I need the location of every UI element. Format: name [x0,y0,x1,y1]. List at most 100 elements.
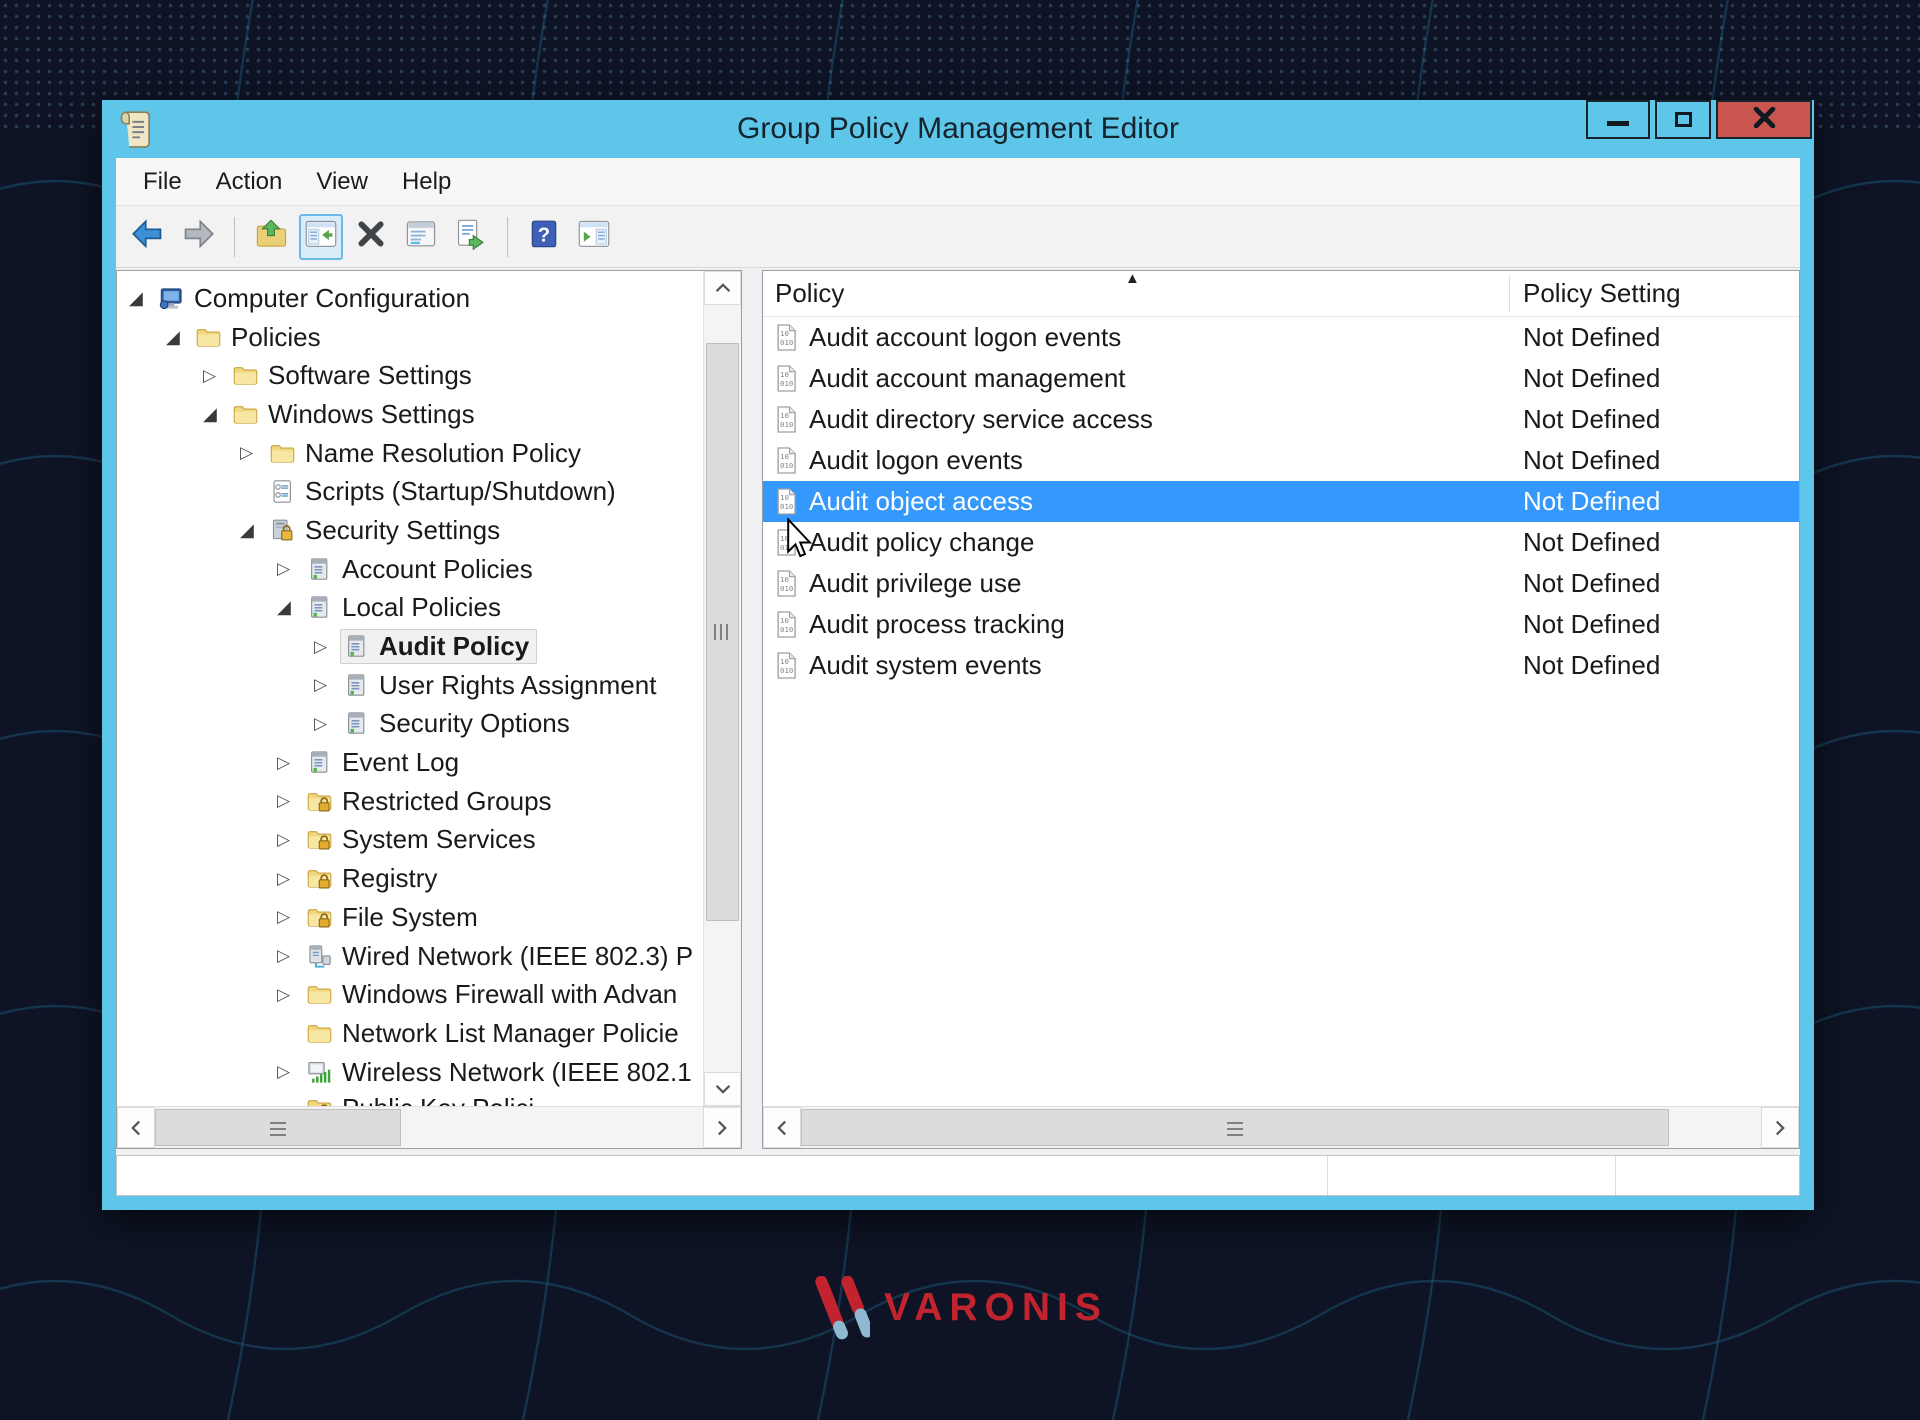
tree-item[interactable]: ▷ Wireless Network (IEEE 802.1 [117,1053,703,1092]
expand-arrow-icon[interactable]: ▷ [277,1062,303,1082]
expand-arrow-icon[interactable]: ▷ [240,443,266,463]
tree-hscroll-thumb[interactable] [155,1109,401,1146]
up-one-level-button[interactable] [249,214,293,260]
tree-item[interactable]: Scripts (Startup/Shutdown) [117,472,703,511]
tree-vscroll-track[interactable] [704,305,741,1072]
policy-list-row[interactable]: 10 010 Audit process tracking Not Defined [763,604,1799,645]
delete-button[interactable] [349,214,393,260]
collapse-arrow-icon[interactable]: ◢ [203,404,229,425]
policy-list-row[interactable]: 10 010 Audit system events Not Defined [763,645,1799,686]
maximize-button[interactable] [1655,100,1711,139]
list-horizontal-scrollbar[interactable] [763,1106,1799,1148]
menu-item-help[interactable]: Help [385,168,468,196]
maximize-icon [1674,112,1692,127]
tree-item[interactable]: ▷ User Rights Assignment [117,666,703,705]
tree-item[interactable]: ◢ Computer Configuration [117,279,703,318]
scroll-right-button[interactable] [703,1107,741,1148]
menu-item-file[interactable]: File [126,168,199,196]
policy-list-row[interactable]: 10 010 Audit account logon events Not Defin… [763,317,1799,358]
scroll-right-button[interactable] [1761,1107,1799,1148]
collapse-arrow-icon[interactable]: ◢ [129,288,155,309]
policy-name: Audit policy change [809,527,1035,557]
tree-item[interactable]: Public Key Polici [117,1091,703,1106]
policy-list-row[interactable]: 10 010 Audit logon events Not Defined [763,440,1799,481]
show-action-pane-button[interactable] [572,214,616,260]
export-list-button[interactable] [449,214,493,260]
tree-item[interactable]: ▷ Wired Network (IEEE 802.3) P [117,937,703,976]
expand-arrow-icon[interactable]: ▷ [277,946,303,966]
scroll-down-button[interactable] [704,1072,741,1106]
tree-item-box: Name Resolution Policy [266,436,589,471]
expand-arrow-icon[interactable]: ▷ [203,366,229,386]
tree-item[interactable]: ◢ Security Settings [117,511,703,550]
policy-cell: 10 010 Audit account logon events [763,322,1509,353]
expand-arrow-icon[interactable]: ▷ [277,753,303,773]
tree-item[interactable]: ▷ Security Options [117,705,703,744]
menu-item-action[interactable]: Action [199,168,300,196]
policy-list-row[interactable]: 10 010 Audit account management Not Defined [763,358,1799,399]
show-console-tree-button[interactable] [299,213,343,260]
scroll-up-button[interactable] [704,271,741,305]
expand-arrow-icon[interactable]: ▷ [314,675,340,695]
help-button[interactable]: ? [522,214,566,260]
tree-horizontal-scrollbar[interactable] [117,1106,741,1148]
tree-item[interactable]: ▷ File System [117,898,703,937]
tree-item[interactable]: ▷ Audit Policy [117,627,703,666]
titlebar[interactable]: Group Policy Management Editor [102,100,1814,158]
scroll-left-button[interactable] [763,1107,801,1148]
tree-item[interactable]: ◢ Local Policies [117,589,703,628]
collapse-arrow-icon[interactable]: ◢ [240,520,266,541]
tree-item-label: Audit Policy [379,631,530,662]
tree-vertical-scrollbar[interactable] [703,271,741,1106]
column-header-policy[interactable]: Policy ▲ [763,270,1510,316]
expand-arrow-icon[interactable]: ▷ [277,985,303,1005]
scroll-left-button[interactable] [117,1107,155,1148]
policy-list-row[interactable]: 10 010 Audit privilege use Not Defined [763,563,1799,604]
expand-arrow-icon[interactable]: ▷ [277,559,303,579]
list-hscroll-thumb[interactable] [801,1109,1669,1146]
tree-item[interactable]: ▷ Name Resolution Policy [117,434,703,473]
tree-vscroll-thumb[interactable] [706,343,739,921]
svg-text:10: 10 [780,370,789,379]
policy-list-row[interactable]: 10 010 Audit object access Not Defined [763,481,1799,522]
tree-item[interactable]: ▷ Account Policies [117,550,703,589]
tree-item[interactable]: Network List Manager Policie [117,1014,703,1053]
chevron-left-icon [131,1120,140,1135]
column-header-policy-setting[interactable]: Policy Setting [1509,271,1681,316]
expand-arrow-icon[interactable]: ▷ [277,791,303,811]
audit-doc-icon: 10 010 [773,569,800,598]
column-divider[interactable] [1509,275,1510,312]
tree-item[interactable]: ◢ Windows Settings [117,395,703,434]
tree-item[interactable]: ▷ Registry [117,859,703,898]
menu-item-view[interactable]: View [299,168,385,196]
close-button[interactable] [1716,100,1812,139]
tree-item[interactable]: ▷ Event Log [117,743,703,782]
svg-text:10: 10 [780,657,789,666]
tree-item[interactable]: ▷ System Services [117,821,703,860]
collapse-arrow-icon[interactable]: ◢ [166,327,192,348]
tree-item-box: Computer Configuration [155,281,478,316]
tree-item[interactable]: ▷ Windows Firewall with Advan [117,975,703,1014]
tree-item[interactable]: ▷ Software Settings [117,356,703,395]
collapse-arrow-icon[interactable]: ◢ [277,597,303,618]
pane-splitter[interactable] [742,270,762,1149]
tree-item[interactable]: ▷ Restricted Groups [117,782,703,821]
list-hscroll-track[interactable] [801,1107,1761,1148]
policy-list-row[interactable]: 10 010 Audit policy change Not Defined [763,522,1799,563]
tree-item-box: Audit Policy [340,629,538,665]
properties-button[interactable] [399,214,443,260]
policy-list-row[interactable]: 10 010 Audit directory service access Not D… [763,399,1799,440]
back-button[interactable] [126,214,170,260]
minimize-button[interactable] [1586,100,1650,139]
expand-arrow-icon[interactable]: ▷ [314,637,340,657]
tree-item-box: Account Policies [303,552,541,587]
expand-arrow-icon[interactable]: ▷ [277,907,303,927]
thumb-grip [714,624,731,640]
expand-arrow-icon[interactable]: ▷ [277,830,303,850]
tree-hscroll-track[interactable] [155,1107,703,1148]
tree-item[interactable]: ◢ Policies [117,318,703,357]
forward-button[interactable] [176,214,220,260]
expand-arrow-icon[interactable]: ▷ [277,869,303,889]
expand-arrow-icon[interactable]: ▷ [314,714,340,734]
policy-name: Audit privilege use [809,568,1022,598]
